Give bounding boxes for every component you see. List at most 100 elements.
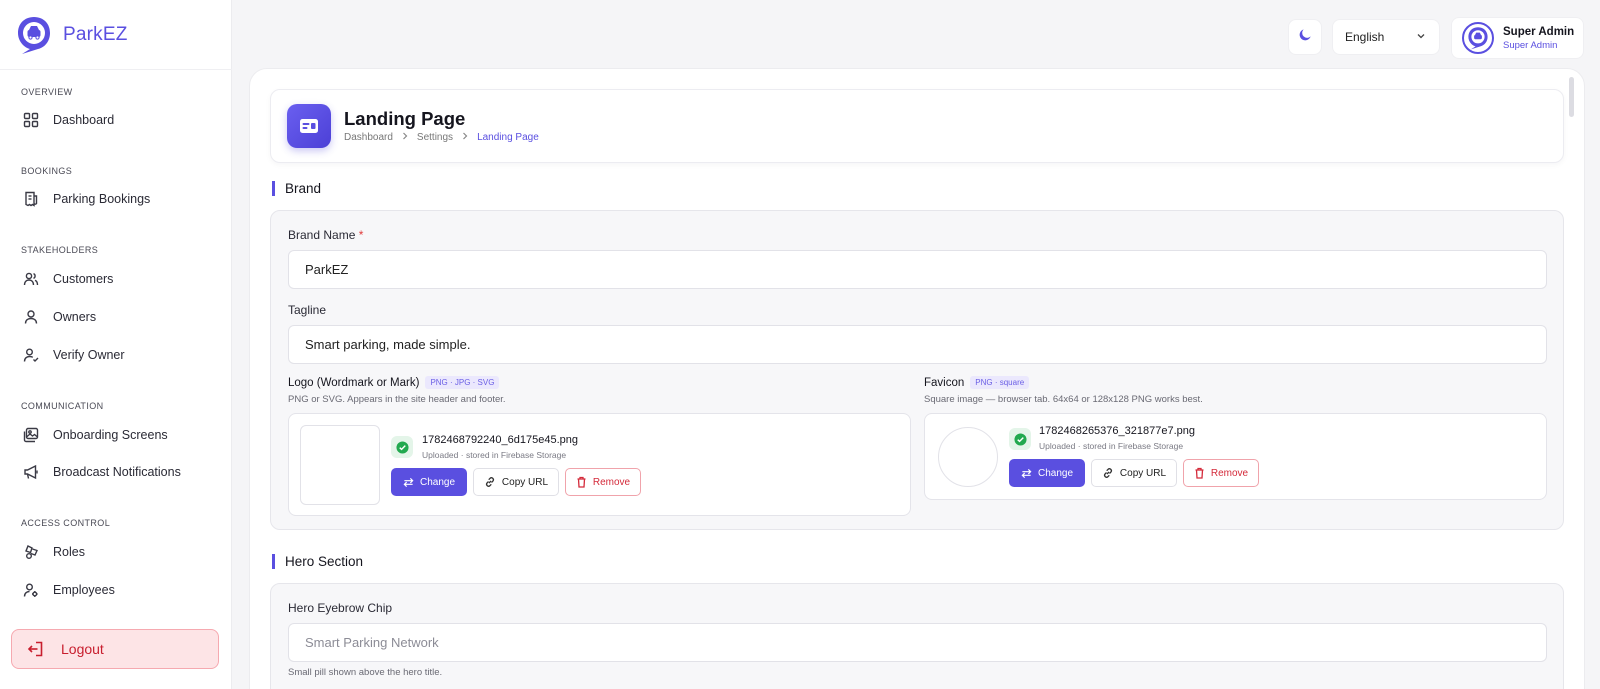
breadcrumb: Dashboard Settings Landing Page: [344, 132, 539, 143]
megaphone-icon: [21, 462, 41, 482]
sidebar-item-verify-owner[interactable]: Verify Owner: [21, 341, 211, 369]
user-icon: [21, 307, 41, 327]
sidebar-item-label: Parking Bookings: [53, 192, 151, 206]
sidebar-item-label: Verify Owner: [53, 348, 125, 362]
sidebar-item-parking-bookings[interactable]: Parking Bookings: [21, 185, 211, 213]
tagline-input[interactable]: Smart parking, made simple.: [288, 325, 1547, 364]
logo-remove-button[interactable]: Remove: [565, 468, 641, 496]
theme-toggle-button[interactable]: [1288, 19, 1322, 55]
receipt-icon: [21, 189, 41, 209]
sidebar-item-onboarding-screens[interactable]: Onboarding Screens: [21, 421, 211, 449]
logo-file-status: Uploaded · stored in Firebase Storage: [422, 450, 567, 460]
hero-eyebrow-input[interactable]: Smart Parking Network: [288, 623, 1547, 662]
brand-card: Brand Name * ParkEZ Tagline Smart parkin…: [270, 210, 1564, 530]
sidebar-item-label: Roles: [53, 545, 85, 559]
main-content: Landing Page Dashboard Settings Landing …: [249, 68, 1585, 689]
tagline-label: Tagline: [288, 303, 327, 317]
images-icon: [21, 425, 41, 445]
logo-file-name: 1782468792240_6d175e45.png: [422, 434, 578, 446]
section-label-access-control: ACCESS CONTROL: [21, 518, 111, 528]
sidebar-item-employees[interactable]: Employees: [21, 576, 211, 604]
sidebar-item-label: Dashboard: [53, 113, 115, 127]
breadcrumb-landing-page: Landing Page: [477, 132, 539, 143]
avatar: [1462, 22, 1494, 54]
section-title-hero: Hero Section: [272, 554, 363, 569]
button-label: Change: [1037, 467, 1074, 479]
section-label-stakeholders: STAKEHOLDERS: [21, 245, 99, 255]
brand-name-label-text: Brand Name: [288, 228, 356, 242]
favicon-change-button[interactable]: Change: [1009, 459, 1085, 487]
sidebar-item-label: Customers: [53, 272, 114, 286]
sidebar: ParkEZ OVERVIEW Dashboard BOOKINGS Parki…: [0, 0, 232, 689]
language-select[interactable]: English: [1332, 19, 1440, 55]
hero-card: Hero Eyebrow Chip Smart Parking Network …: [270, 583, 1564, 689]
page-header: Landing Page Dashboard Settings Landing …: [270, 89, 1564, 163]
grid-icon: [21, 110, 41, 130]
chevron-down-icon: [1415, 30, 1427, 45]
favicon-format-chip: PNG · square: [970, 376, 1030, 389]
button-label: Copy URL: [501, 476, 549, 488]
sidebar-item-roles[interactable]: Roles: [21, 538, 211, 566]
sidebar-item-broadcast-notifications[interactable]: Broadcast Notifications: [21, 458, 211, 486]
brand[interactable]: ParkEZ: [16, 14, 128, 56]
hero-eyebrow-label: Hero Eyebrow Chip: [288, 601, 393, 615]
favicon-title-text: Favicon: [924, 376, 965, 389]
brand-name: ParkEZ: [63, 24, 128, 45]
section-label-overview: OVERVIEW: [21, 87, 73, 97]
moon-icon: [1298, 27, 1313, 47]
favicon-remove-button[interactable]: Remove: [1183, 459, 1259, 487]
logo-change-button[interactable]: Change: [391, 468, 467, 496]
hero-eyebrow-hint: Small pill shown above the hero title.: [288, 667, 443, 678]
swap-icon: [403, 477, 414, 488]
sidebar-item-dashboard[interactable]: Dashboard: [21, 106, 211, 134]
button-label: Copy URL: [1119, 467, 1167, 479]
user-meta: Super Admin Super Admin: [1503, 26, 1574, 51]
logo-copy-url-button[interactable]: Copy URL: [473, 468, 559, 496]
user-menu[interactable]: Super Admin Super Admin: [1451, 17, 1584, 59]
trash-icon: [576, 476, 587, 488]
sidebar-item-label: Onboarding Screens: [53, 428, 168, 442]
trash-icon: [1194, 467, 1205, 479]
user-name: Super Admin: [1503, 25, 1575, 38]
chevron-right-icon: [461, 132, 469, 143]
button-label: Remove: [592, 476, 631, 488]
language-value: English: [1345, 30, 1385, 44]
user-cog-icon: [21, 580, 41, 600]
brand-name-label: Brand Name *: [288, 228, 363, 242]
breadcrumb-settings[interactable]: Settings: [417, 132, 453, 143]
sidebar-item-label: Broadcast Notifications: [53, 465, 181, 479]
scrollbar[interactable]: [1569, 77, 1574, 117]
check-circle-icon: [391, 436, 413, 458]
section-label-communication: COMMUNICATION: [21, 401, 104, 411]
parkez-logo-icon: [16, 15, 52, 55]
sidebar-item-owners[interactable]: Owners: [21, 303, 211, 331]
favicon-copy-url-button[interactable]: Copy URL: [1091, 459, 1177, 487]
section-title-brand: Brand: [272, 181, 321, 196]
user-check-icon: [21, 345, 41, 365]
sidebar-item-customers[interactable]: Customers: [21, 265, 211, 293]
roles-icon: [21, 542, 41, 562]
logo-hint: PNG or SVG. Appears in the site header a…: [288, 394, 506, 405]
logo-title: Logo (Wordmark or Mark) PNG · JPG · SVG: [288, 376, 500, 389]
logo-upload-box: 1782468792240_6d175e45.png Uploaded · st…: [288, 413, 911, 516]
logout-button[interactable]: Logout: [11, 629, 219, 669]
logout-icon: [27, 639, 47, 659]
required-marker: *: [358, 228, 364, 242]
link-icon: [484, 476, 496, 488]
button-label: Remove: [1210, 467, 1249, 479]
sidebar-item-label: Owners: [53, 310, 97, 324]
swap-icon: [1021, 468, 1032, 479]
breadcrumb-dashboard[interactable]: Dashboard: [344, 132, 393, 143]
check-circle-icon: [1009, 428, 1031, 450]
favicon-file-status: Uploaded · stored in Firebase Storage: [1039, 441, 1184, 451]
brand-name-input[interactable]: ParkEZ: [288, 250, 1547, 289]
logout-label: Logout: [61, 641, 104, 657]
divider: [0, 69, 232, 70]
favicon-title: Favicon PNG · square: [924, 376, 1030, 389]
users-icon: [21, 269, 41, 289]
sidebar-item-label: Employees: [53, 583, 115, 597]
logo-preview: [300, 425, 380, 505]
page-title: Landing Page: [344, 108, 466, 129]
section-label-bookings: BOOKINGS: [21, 166, 73, 176]
logo-format-chip: PNG · JPG · SVG: [425, 376, 500, 389]
